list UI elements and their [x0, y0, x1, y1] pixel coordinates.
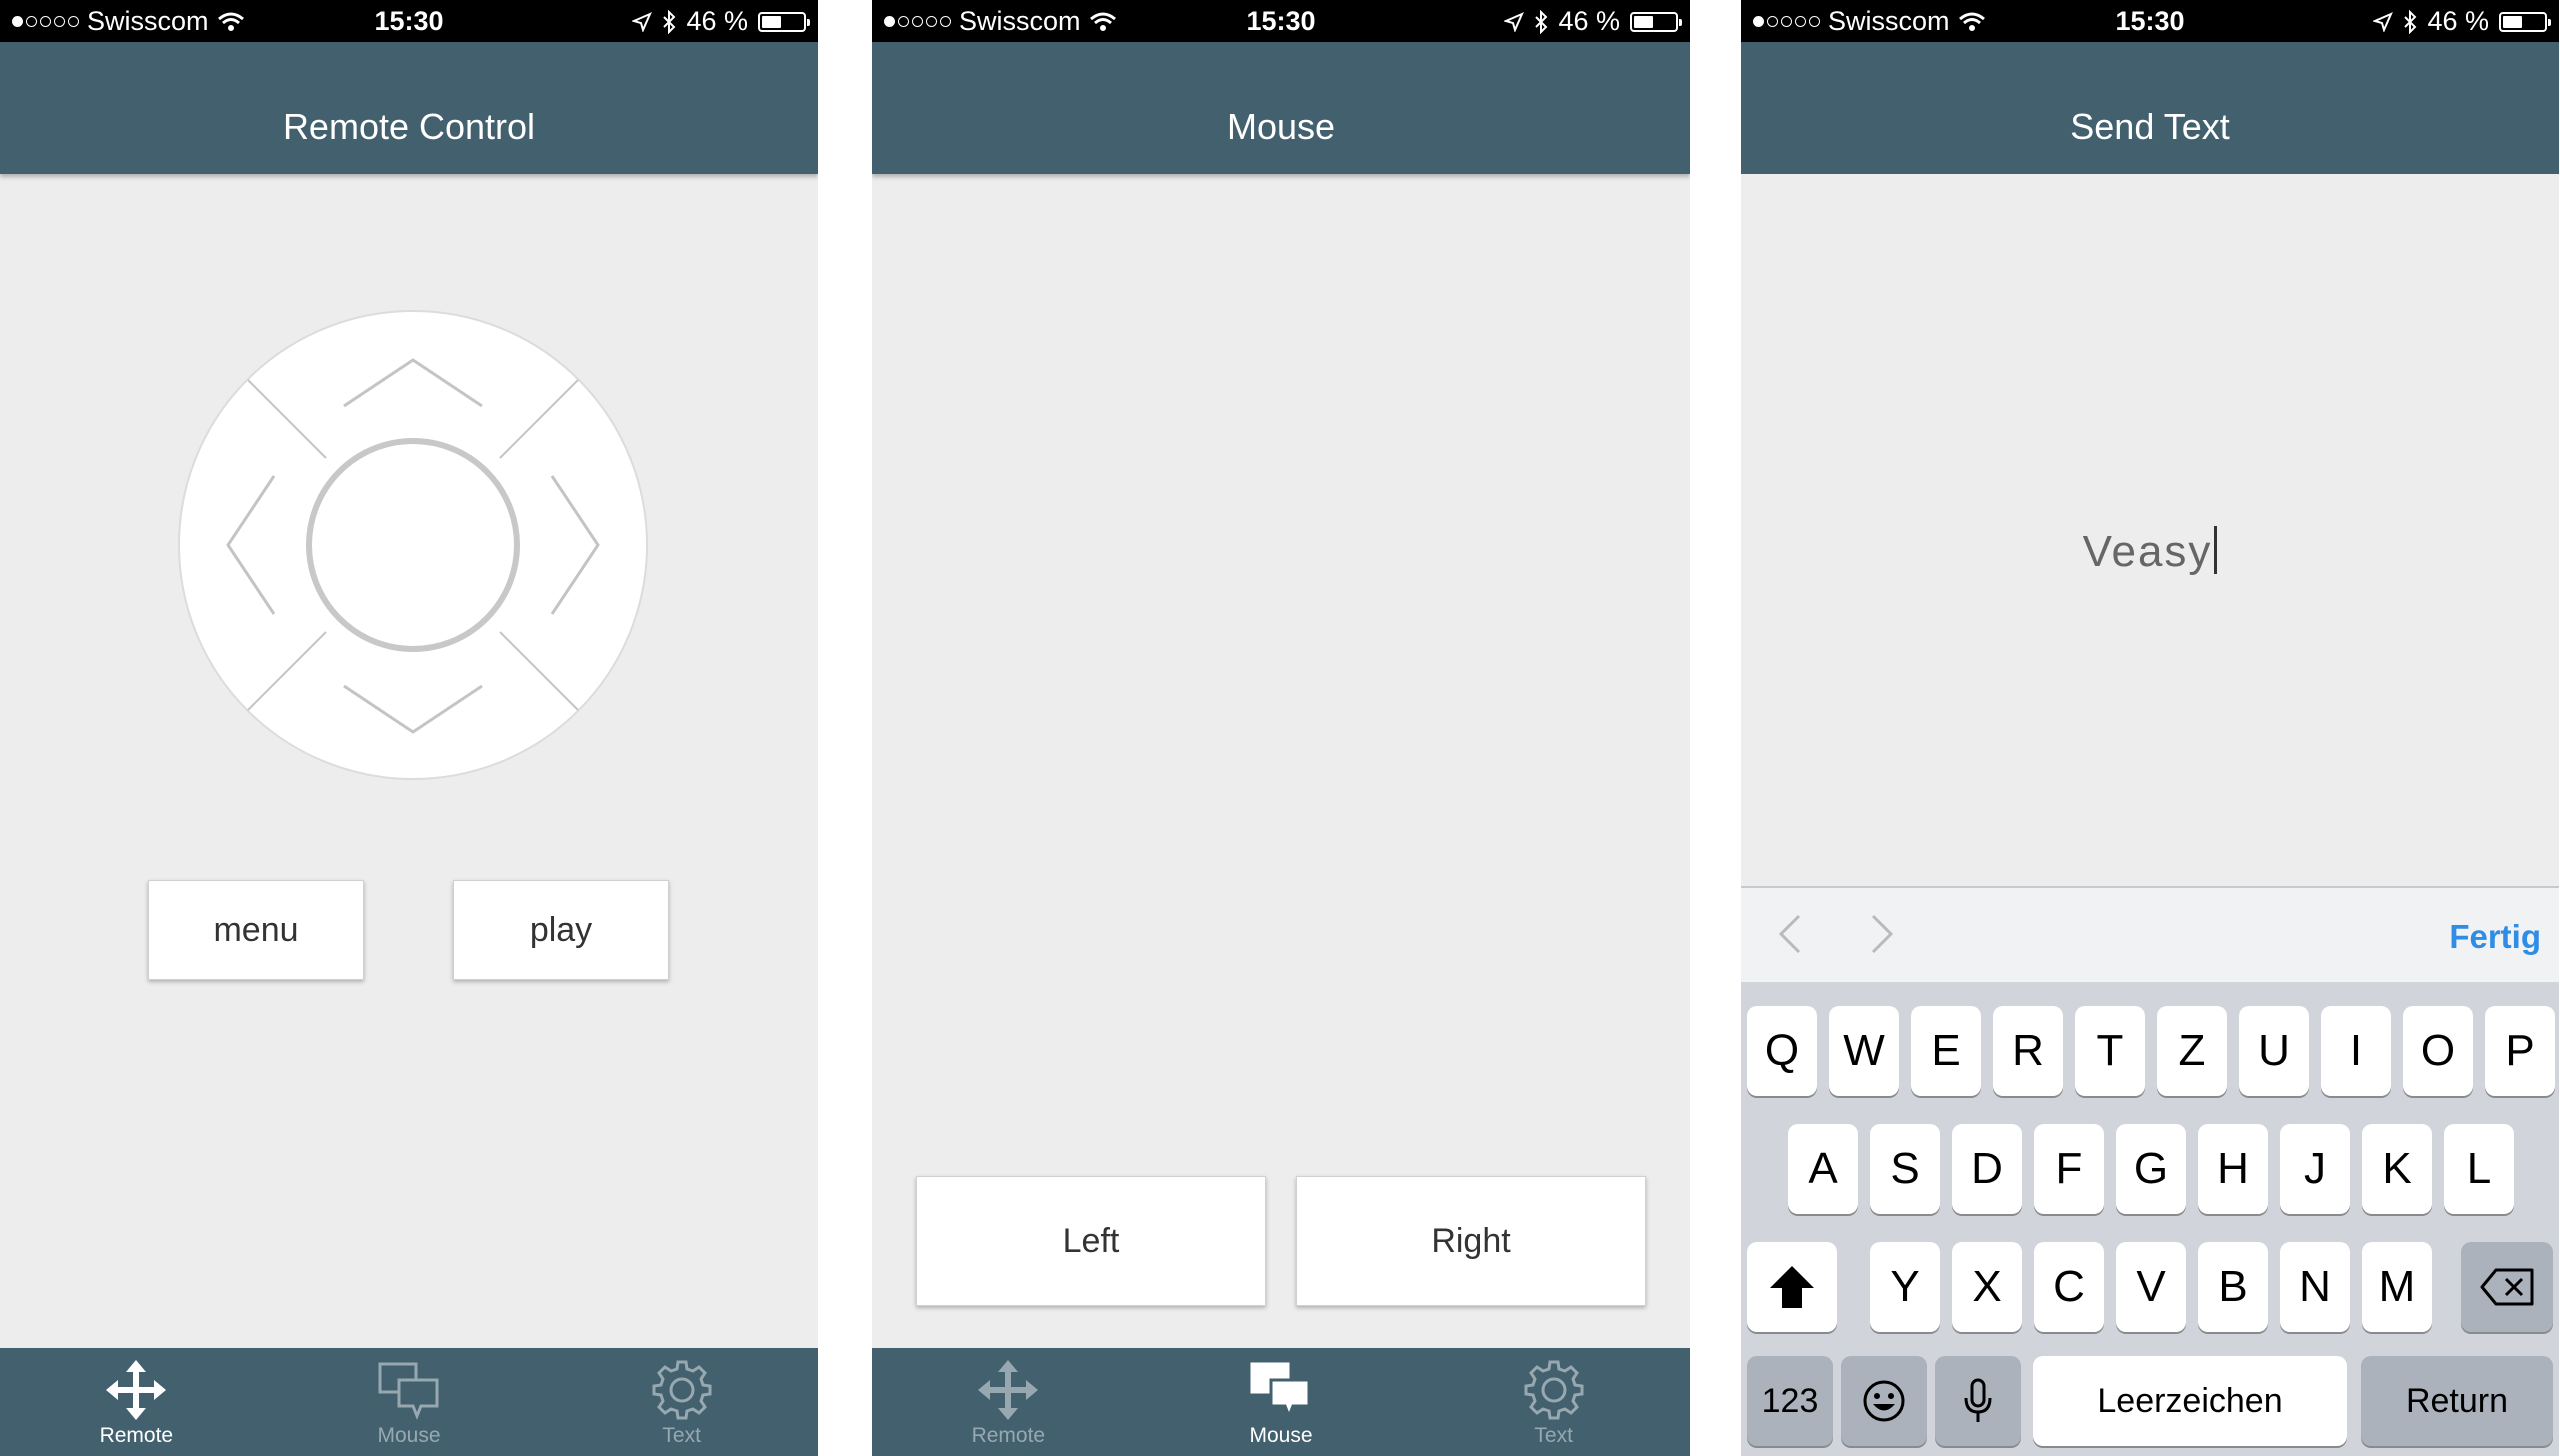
- play-button[interactable]: play: [453, 880, 669, 980]
- shift-icon: [1770, 1266, 1814, 1308]
- typed-text-line: Veasy: [1741, 526, 2559, 577]
- tab-remote[interactable]: Remote: [872, 1348, 1145, 1456]
- gear-icon: [1524, 1360, 1584, 1420]
- backspace-icon: [2480, 1268, 2534, 1306]
- key[interactable]: X: [1952, 1242, 2022, 1332]
- key[interactable]: I: [2321, 1006, 2391, 1096]
- battery-percent: 46 %: [686, 6, 748, 36]
- typed-text: Veasy: [2082, 527, 2213, 576]
- tab-mouse[interactable]: Mouse: [273, 1348, 546, 1456]
- location-icon: [1504, 11, 1525, 32]
- key[interactable]: S: [1870, 1124, 1940, 1214]
- key[interactable]: B: [2198, 1242, 2268, 1332]
- text-input-area[interactable]: Veasy: [1741, 174, 2559, 886]
- tab-label: Mouse: [377, 1424, 441, 1447]
- key[interactable]: K: [2362, 1124, 2432, 1214]
- numbers-key[interactable]: 123: [1747, 1356, 1833, 1446]
- key[interactable]: N: [2280, 1242, 2350, 1332]
- directional-pad[interactable]: [176, 308, 650, 782]
- key[interactable]: D: [1952, 1124, 2022, 1214]
- key[interactable]: T: [2075, 1006, 2145, 1096]
- bluetooth-icon: [2404, 9, 2417, 34]
- send-text-screen: Swisscom 15:30 46 % Send Text Veasy Fert…: [1741, 0, 2559, 1456]
- key[interactable]: F: [2034, 1124, 2104, 1214]
- gear-icon: [652, 1360, 712, 1420]
- page-title: Remote Control: [282, 106, 536, 147]
- dictation-key[interactable]: [1935, 1356, 2021, 1446]
- key[interactable]: U: [2239, 1006, 2309, 1096]
- battery-icon: [758, 11, 810, 32]
- key[interactable]: M: [2362, 1242, 2432, 1332]
- tab-label: Text: [662, 1424, 701, 1447]
- move-icon: [106, 1360, 167, 1420]
- keyboard-toolbar: Fertig: [1741, 886, 2559, 982]
- key[interactable]: V: [2116, 1242, 2186, 1332]
- emoji-key[interactable]: [1841, 1356, 1927, 1446]
- chevron-left-icon[interactable]: [1771, 910, 1811, 958]
- key[interactable]: P: [2485, 1006, 2555, 1096]
- chat-icon: [1250, 1362, 1311, 1421]
- dpad-center-button: [306, 438, 520, 652]
- key[interactable]: H: [2198, 1124, 2268, 1214]
- chat-icon: [378, 1362, 439, 1421]
- key[interactable]: E: [1911, 1006, 1981, 1096]
- tab-bar: Remote Mouse Text: [0, 1348, 818, 1456]
- key[interactable]: R: [1993, 1006, 2063, 1096]
- key[interactable]: J: [2280, 1124, 2350, 1214]
- location-icon: [2373, 11, 2394, 32]
- page-title: Mouse: [1226, 106, 1336, 147]
- shift-key[interactable]: [1747, 1242, 1837, 1332]
- key[interactable]: Z: [2157, 1006, 2227, 1096]
- battery-percent: 46 %: [1558, 6, 1620, 36]
- status-bar: Swisscom 15:30 46 %: [1741, 0, 2559, 42]
- tab-label: Remote: [99, 1424, 174, 1447]
- tab-label: Remote: [971, 1424, 1046, 1447]
- emoji-icon: [1863, 1380, 1905, 1422]
- remote-screen: Swisscom 15:30 46 % Remote Control menu …: [0, 0, 818, 1456]
- keyboard: Q W E R T Z U I O P A S D F G H J K L Y …: [1741, 982, 2559, 1456]
- menu-button[interactable]: menu: [148, 880, 364, 980]
- key[interactable]: A: [1788, 1124, 1858, 1214]
- backspace-key[interactable]: [2461, 1242, 2553, 1332]
- move-icon: [978, 1360, 1039, 1420]
- status-bar: Swisscom 15:30 46 %: [0, 0, 818, 42]
- tab-text[interactable]: Text: [1417, 1348, 1690, 1456]
- done-button[interactable]: Fertig: [2449, 918, 2541, 956]
- key[interactable]: O: [2403, 1006, 2473, 1096]
- chevron-right-icon[interactable]: [1861, 910, 1901, 958]
- tab-label: Text: [1534, 1424, 1573, 1447]
- space-key[interactable]: Leerzeichen: [2033, 1356, 2347, 1446]
- key[interactable]: Q: [1747, 1006, 1817, 1096]
- tab-mouse[interactable]: Mouse: [1145, 1348, 1418, 1456]
- tab-remote[interactable]: Remote: [0, 1348, 273, 1456]
- nav-bar: Send Text: [1741, 42, 2559, 174]
- key[interactable]: L: [2444, 1124, 2514, 1214]
- mouse-screen: Swisscom 15:30 46 % Mouse Left Right Rem…: [872, 0, 1690, 1456]
- tab-label: Mouse: [1249, 1424, 1313, 1447]
- bluetooth-icon: [1535, 9, 1548, 34]
- page-title: Send Text: [2070, 106, 2230, 147]
- left-click-button[interactable]: Left: [916, 1176, 1266, 1306]
- key[interactable]: G: [2116, 1124, 2186, 1214]
- bluetooth-icon: [663, 9, 676, 34]
- nav-bar: Mouse: [872, 42, 1690, 174]
- return-key[interactable]: Return: [2361, 1356, 2553, 1446]
- key[interactable]: C: [2034, 1242, 2104, 1332]
- tab-bar: Remote Mouse Text: [872, 1348, 1690, 1456]
- key[interactable]: W: [1829, 1006, 1899, 1096]
- trackpad-area[interactable]: [872, 174, 1690, 1164]
- text-caret: [2214, 526, 2218, 574]
- battery-percent: 46 %: [2427, 6, 2489, 36]
- battery-icon: [1630, 11, 1682, 32]
- battery-icon: [2499, 11, 2551, 32]
- right-click-button[interactable]: Right: [1296, 1176, 1646, 1306]
- key[interactable]: Y: [1870, 1242, 1940, 1332]
- tab-text[interactable]: Text: [545, 1348, 818, 1456]
- location-icon: [632, 11, 653, 32]
- nav-bar: Remote Control: [0, 42, 818, 174]
- status-bar: Swisscom 15:30 46 %: [872, 0, 1690, 42]
- microphone-icon: [1964, 1378, 1992, 1422]
